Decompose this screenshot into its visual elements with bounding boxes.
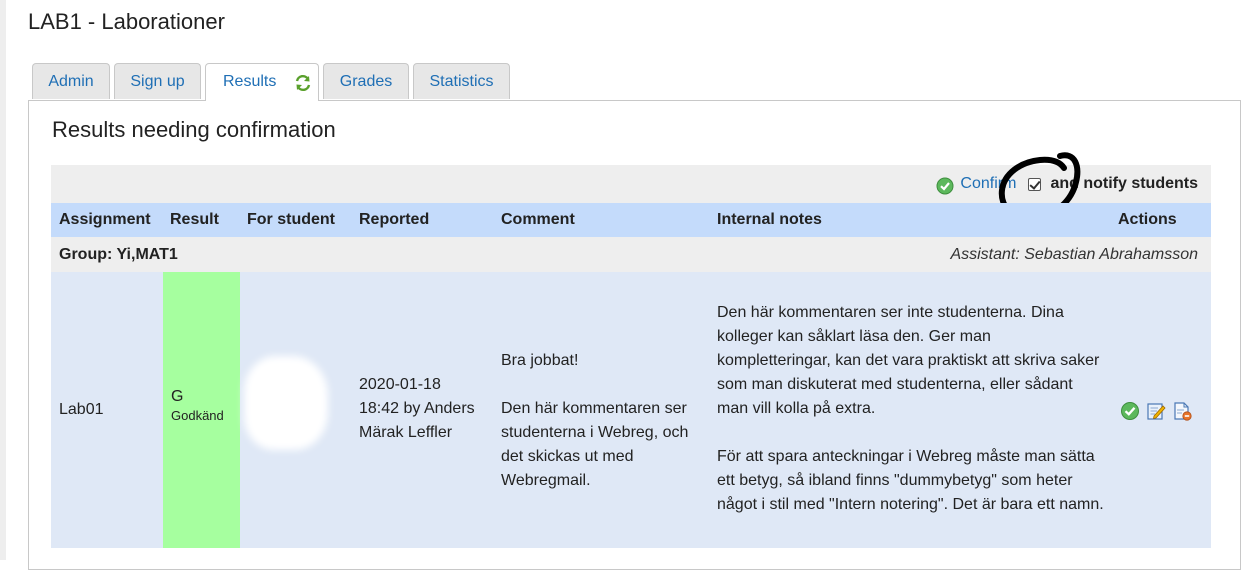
group-row: Group: Yi,MAT1 Assistant: Sebastian Abra… <box>51 237 1211 272</box>
assistant-label: Assistant: Sebastian Abrahamsson <box>950 246 1198 263</box>
table-header-row: Assignment Result For student Reported C… <box>51 203 1211 237</box>
assignment-name: Lab01 <box>59 401 104 418</box>
internal-notes-text: För att spara anteckningar i Webreg måst… <box>717 448 1104 513</box>
check-circle-icon <box>936 177 954 194</box>
tab-statistics[interactable]: Statistics <box>413 63 510 99</box>
internal-notes-text: Den här kommentaren ser inte studenterna… <box>717 304 1100 417</box>
header-assignment: Assignment <box>59 211 151 228</box>
confirm-link[interactable]: Confirm <box>960 175 1016 193</box>
row-actions <box>1120 401 1192 421</box>
tab-admin[interactable]: Admin <box>32 63 110 99</box>
redacted-student-name <box>244 356 328 450</box>
reported-by: 18:42 by Anders Märak Leffler <box>359 400 475 441</box>
header-reported: Reported <box>359 211 430 228</box>
edit-icon[interactable] <box>1146 401 1166 421</box>
internal-notes-cell: Den här kommentaren ser inte studenterna… <box>717 301 1107 517</box>
section-title: Results needing confirmation <box>52 117 336 142</box>
reported-date: 2020-01-18 <box>359 376 441 393</box>
comment-text: Den här kommentaren ser studenterna i We… <box>501 400 689 489</box>
page-title: LAB1 - Laborationer <box>28 9 225 34</box>
tab-label: Sign up <box>130 73 185 90</box>
confirm-group: Confirm and notify students <box>936 174 1198 194</box>
left-edge <box>0 0 6 560</box>
check-circle-icon[interactable] <box>1120 401 1140 421</box>
assignment-cell: Lab01 <box>59 272 104 548</box>
header-for-student: For student <box>247 211 335 228</box>
tab-label: Grades <box>339 73 393 90</box>
group-label: Group: Yi,MAT1 <box>59 246 178 263</box>
notify-students-label: and notify students <box>1050 175 1198 192</box>
tab-label: Statistics <box>429 73 494 90</box>
tab-label: Results <box>223 73 277 90</box>
refresh-icon <box>295 74 311 92</box>
header-actions: Actions <box>1118 211 1177 228</box>
table-row: Lab01 G Godkänd 2020-01-18 18:42 by Ande… <box>51 272 1211 548</box>
reported-cell: 2020-01-18 18:42 by Anders Märak Leffler <box>359 373 489 445</box>
tab-label: Admin <box>48 73 94 90</box>
tab-sign-up[interactable]: Sign up <box>114 63 201 99</box>
notify-students-checkbox[interactable] <box>1028 177 1042 191</box>
comment-cell: Bra jobbat! Den här kommentaren ser stud… <box>501 349 701 493</box>
result-text: Godkänd <box>171 408 224 423</box>
comment-text: Bra jobbat! <box>501 352 579 369</box>
result-cell: G Godkänd <box>163 272 240 548</box>
header-result: Result <box>170 211 219 228</box>
tab-grades[interactable]: Grades <box>323 63 409 99</box>
confirm-action-bar: Confirm and notify students <box>51 165 1211 203</box>
result-code: G <box>171 388 184 405</box>
header-comment: Comment <box>501 211 575 228</box>
header-internal-notes: Internal notes <box>717 211 822 228</box>
tab-results[interactable]: Results <box>205 63 319 101</box>
delete-document-icon[interactable] <box>1172 401 1192 421</box>
